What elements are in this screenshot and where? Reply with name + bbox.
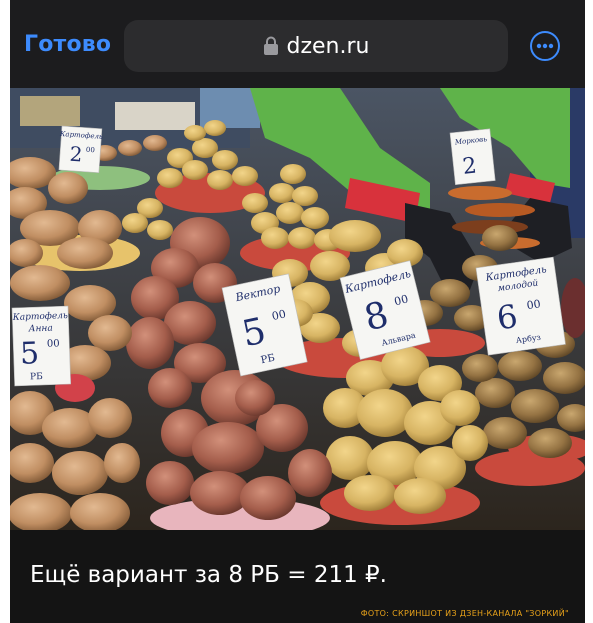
price-sign-small-left: Картофель 2 00	[58, 125, 103, 174]
browser-toolbar: Готово dzen.ru	[10, 0, 585, 88]
svg-text:2: 2	[461, 153, 478, 179]
svg-text:Картофель: Картофель	[12, 311, 68, 323]
svg-text:00: 00	[86, 146, 95, 155]
price-sign-anna: Картофель Анна 5 00 РБ	[12, 305, 71, 387]
potato-market-photo: Картофель Анна 5 00 РБ Вектор 5 00 РБ Ка…	[10, 88, 585, 530]
svg-text:РБ: РБ	[30, 372, 43, 382]
caption-bar: Ещё вариант за 8 РБ = 211 ₽. ФОТО: СКРИН…	[10, 530, 585, 623]
more-options-icon	[536, 43, 554, 49]
svg-text:2: 2	[69, 142, 83, 167]
url-text: dzen.ru	[286, 33, 370, 59]
svg-text:00: 00	[47, 338, 60, 349]
svg-text:Анна: Анна	[28, 324, 53, 335]
photo-credit: ФОТО: СКРИНШОТ ИЗ ДЗЕН-КАНАЛА "ЗОРКИЙ"	[360, 609, 569, 618]
lock-icon	[263, 36, 278, 55]
address-bar[interactable]: dzen.ru	[124, 20, 508, 72]
svg-text:5: 5	[19, 336, 39, 372]
price-sign-morkov: Морковь 2	[449, 128, 496, 186]
photo-caption: Ещё вариант за 8 РБ = 211 ₽.	[30, 562, 387, 588]
price-sign-molodoy: Картофель молодой 6 00 Арбуз	[475, 256, 566, 356]
done-button[interactable]: Готово	[24, 32, 111, 57]
more-options-button[interactable]	[530, 31, 560, 61]
svg-text:00: 00	[526, 297, 542, 312]
browser-window: Готово dzen.ru Картофель Анна 5 00 РБ Ве…	[10, 0, 585, 623]
article-photo: Картофель Анна 5 00 РБ Вектор 5 00 РБ Ка…	[10, 88, 585, 530]
